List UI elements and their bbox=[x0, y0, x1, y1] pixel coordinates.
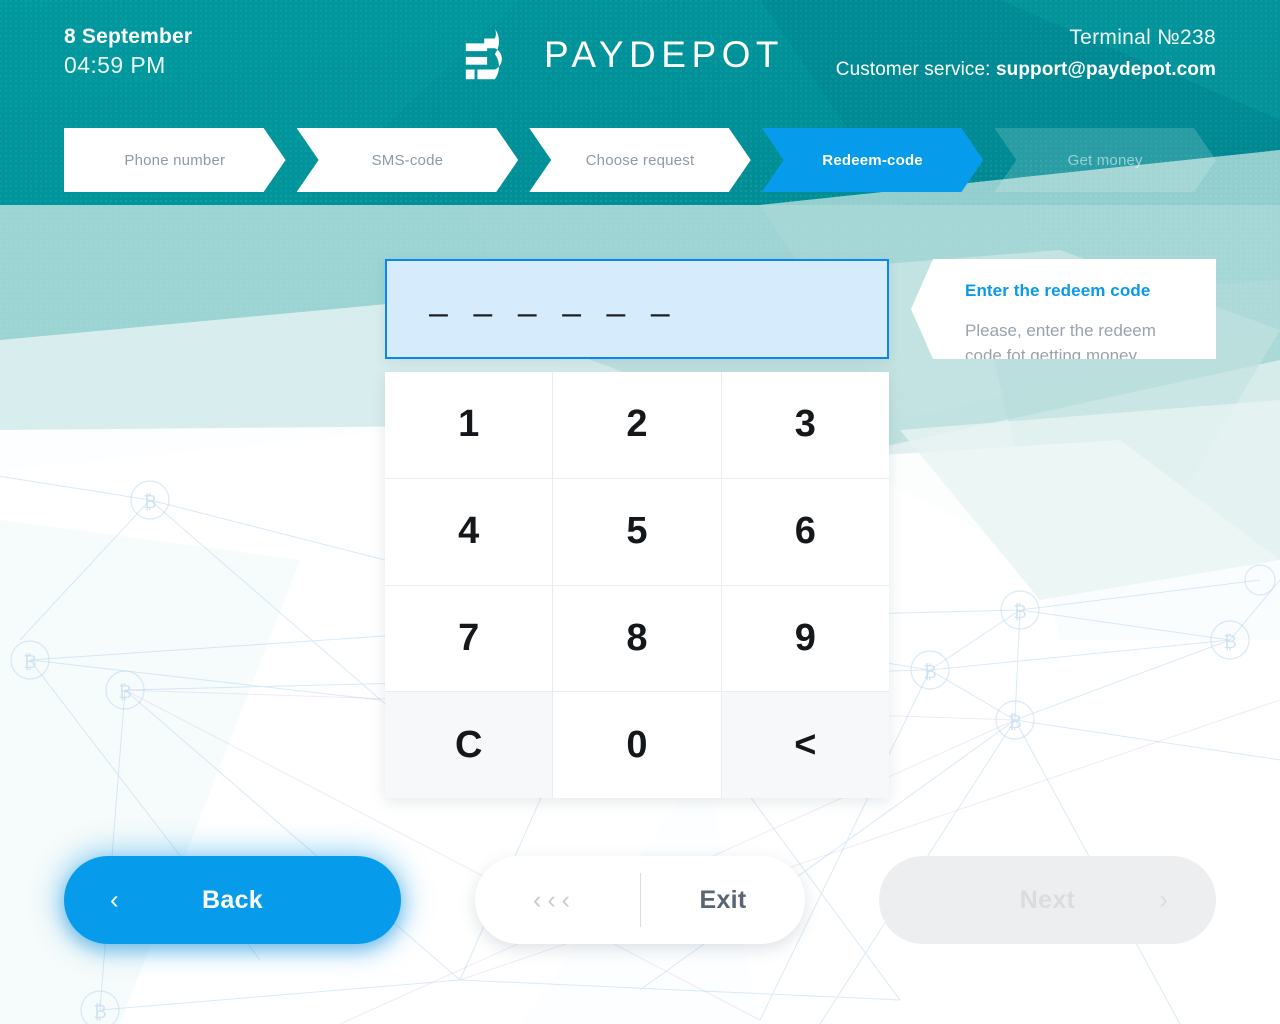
key-0[interactable]: 0 bbox=[553, 692, 721, 798]
current-time: 04:59 PM bbox=[64, 51, 166, 78]
key-6[interactable]: 6 bbox=[721, 478, 889, 585]
key-4[interactable]: 4 bbox=[385, 478, 553, 585]
svg-text:₿: ₿ bbox=[923, 662, 936, 683]
support-label: Customer service: bbox=[835, 59, 991, 80]
key-8[interactable]: 8 bbox=[553, 585, 721, 692]
key-5[interactable]: 5 bbox=[553, 478, 721, 585]
back-button-label: Back bbox=[202, 885, 263, 914]
svg-text:₿: ₿ bbox=[23, 652, 36, 673]
chevron-left-icon: ‹ bbox=[110, 884, 119, 915]
step-label: Choose request bbox=[585, 151, 695, 169]
svg-text:₿: ₿ bbox=[143, 492, 156, 513]
step-get-money: Get money bbox=[994, 128, 1216, 192]
triple-chevron-left-icon: ‹‹‹ bbox=[533, 885, 576, 914]
kiosk-screen: ₿ ₿ ₿ ₿ ₿ ₿ ₿ ₿ ₿ 8 September 04:59 PM bbox=[0, 0, 1280, 1024]
key-backspace[interactable]: < bbox=[721, 692, 889, 798]
next-button: Next › bbox=[879, 856, 1216, 944]
current-date: 8 September bbox=[64, 25, 193, 48]
redeem-code-mask: – – – – – – bbox=[429, 294, 678, 332]
key-7[interactable]: 7 bbox=[385, 585, 553, 692]
clock: 8 September 04:59 PM bbox=[64, 24, 192, 80]
brand-name: PAYDEPOT bbox=[544, 34, 785, 75]
back-button[interactable]: ‹ Back bbox=[64, 856, 401, 944]
step-label: Get money bbox=[1067, 151, 1143, 169]
hint-body: Please, enter the redeem code fot gettin… bbox=[965, 321, 1156, 359]
step-choose-request[interactable]: Choose request bbox=[529, 128, 751, 192]
step-phone-number[interactable]: Phone number bbox=[64, 128, 286, 192]
step-label: Redeem-code bbox=[822, 151, 923, 169]
chevron-right-icon: › bbox=[1159, 884, 1168, 915]
key-3[interactable]: 3 bbox=[721, 372, 889, 478]
paydepot-b-logo-icon bbox=[465, 28, 502, 80]
svg-text:₿: ₿ bbox=[1008, 712, 1021, 733]
key-clear[interactable]: C bbox=[385, 692, 553, 798]
svg-text:₿: ₿ bbox=[1223, 632, 1236, 653]
svg-text:₿: ₿ bbox=[118, 682, 131, 703]
terminal-id: Terminal №238 bbox=[1069, 26, 1216, 49]
support-email: support@paydepot.com bbox=[995, 59, 1216, 80]
numeric-keypad: 1 2 3 4 5 6 7 8 9 C 0 < bbox=[385, 372, 889, 798]
step-label: Phone number bbox=[124, 151, 226, 169]
step-sms-code[interactable]: SMS-code bbox=[297, 128, 519, 192]
key-1[interactable]: 1 bbox=[385, 372, 553, 478]
exit-button[interactable]: ‹‹‹ Exit bbox=[475, 856, 805, 944]
hint-tooltip: Enter the redeem code Please, enter the … bbox=[911, 259, 1216, 359]
next-button-label: Next bbox=[1019, 885, 1076, 914]
hint-title: Enter the redeem code bbox=[965, 281, 1151, 300]
redeem-code-input[interactable]: – – – – – – bbox=[385, 259, 889, 359]
brand-logo: PAYDEPOT bbox=[460, 24, 784, 86]
key-9[interactable]: 9 bbox=[721, 585, 889, 692]
key-2[interactable]: 2 bbox=[553, 372, 721, 478]
support-line: Customer service: support@paydepot.com bbox=[836, 59, 1216, 81]
svg-text:₿: ₿ bbox=[93, 1002, 106, 1023]
step-label: SMS-code bbox=[371, 151, 444, 169]
exit-button-label: Exit bbox=[699, 885, 747, 914]
progress-steps: Phone number SMS-code Choose request Red… bbox=[64, 128, 1216, 192]
svg-text:₿: ₿ bbox=[1013, 602, 1026, 623]
step-redeem-code[interactable]: Redeem-code bbox=[762, 128, 984, 192]
